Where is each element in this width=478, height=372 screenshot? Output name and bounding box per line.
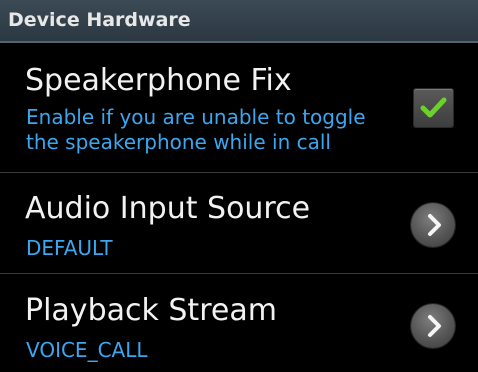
pref-summary: Enable if you are unable to toggle the s… — [26, 105, 366, 155]
chevron-right-icon — [428, 315, 441, 337]
audio-input-source-chevron-button[interactable] — [411, 203, 455, 247]
pref-title: Speakerphone Fix — [25, 63, 292, 98]
chevron-right-icon — [428, 214, 441, 236]
pref-summary: DEFAULT — [26, 236, 113, 260]
pref-title: Playback Stream — [25, 293, 277, 328]
pref-summary-line: the speakerphone while in call — [26, 130, 331, 154]
pref-audio-input-source[interactable]: Audio Input Source DEFAULT — [0, 173, 478, 273]
pref-summary: VOICE_CALL — [26, 338, 148, 362]
pref-summary-line: Enable if you are unable to toggle — [26, 105, 366, 129]
pref-playback-stream[interactable]: Playback Stream VOICE_CALL — [0, 274, 478, 372]
playback-stream-chevron-button[interactable] — [411, 304, 455, 348]
speakerphone-fix-checkbox[interactable] — [413, 88, 454, 128]
section-header-title: Device Hardware — [8, 9, 191, 31]
checkmark-icon — [420, 97, 447, 118]
section-header: Device Hardware — [0, 0, 478, 43]
pref-speakerphone-fix[interactable]: Speakerphone Fix Enable if you are unabl… — [0, 43, 478, 172]
pref-title: Audio Input Source — [25, 191, 311, 226]
